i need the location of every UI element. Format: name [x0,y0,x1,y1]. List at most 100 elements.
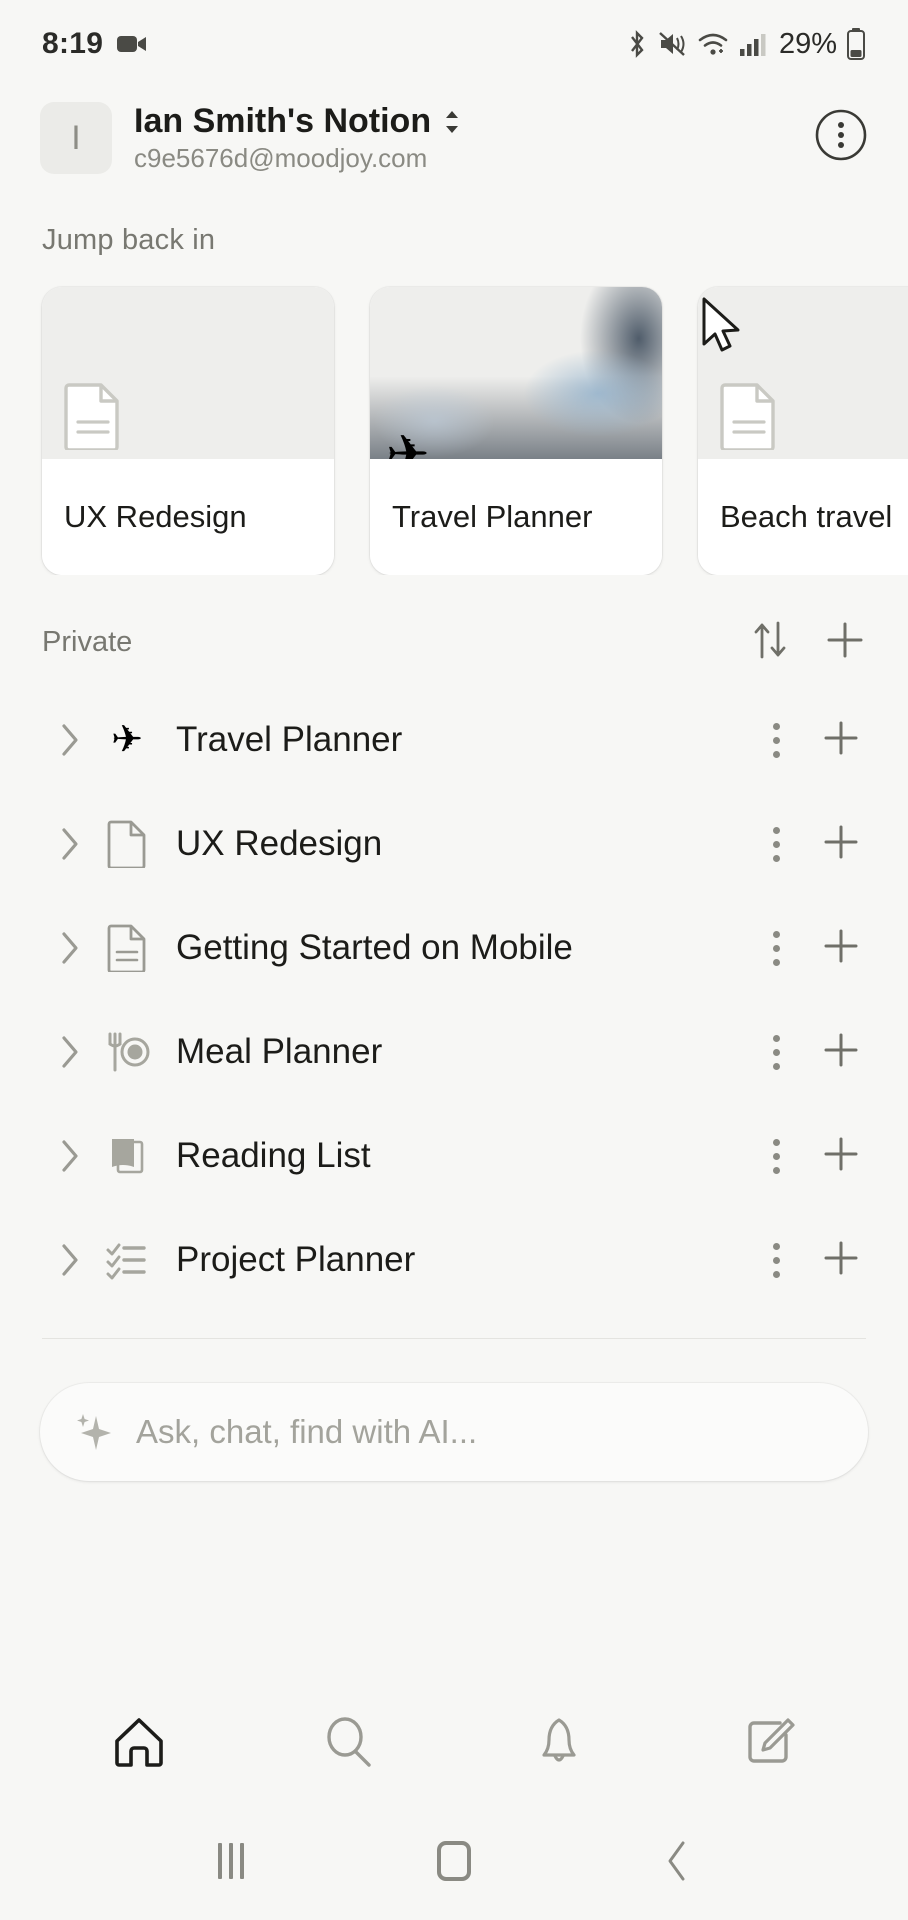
status-bar-right: 29% [625,28,866,61]
chevron-right-icon [62,724,78,756]
page-row-actions [758,717,866,764]
page-title: Reading List [176,1136,371,1175]
plus-icon [824,825,858,858]
ai-search-bar[interactable]: Ask, chat, find with AI... [40,1383,868,1481]
page-row[interactable]: Getting Started on Mobile [34,896,874,1000]
chevron-updown-icon [446,110,459,133]
page-row-actions [758,1237,866,1284]
recent-card[interactable]: UX Redesign [42,287,334,575]
page-icon [98,820,156,868]
plus-icon [824,929,858,962]
expand-toggle[interactable] [42,1136,98,1176]
bottom-nav-search[interactable] [294,1694,404,1790]
page-title: Getting Started on Mobile [176,928,573,967]
battery-percent: 29% [778,27,837,60]
plus-icon [824,1137,858,1170]
expand-toggle[interactable] [42,1032,98,1072]
back-chevron-icon [668,1841,685,1881]
add-subpage-button[interactable] [820,717,862,764]
bottom-nav-new-page[interactable] [714,1694,824,1790]
chevron-right-icon [62,1244,78,1276]
search-icon [327,1717,371,1767]
plus-icon [824,1241,858,1274]
card-title-wrap: Beach travel [698,459,908,575]
bell-icon [542,1718,576,1762]
add-subpage-button[interactable] [820,925,862,972]
sort-button[interactable] [750,619,790,666]
jump-back-in-cards[interactable]: UX Redesign ✈ Travel Planner Beach trave… [0,257,908,575]
document-lines-icon [98,924,156,972]
expand-toggle[interactable] [42,720,98,760]
plus-icon [824,1033,858,1066]
chevron-right-icon [62,932,78,964]
sort-icon [754,621,786,659]
more-vertical-icon[interactable] [758,926,794,970]
cellular-signal-icon [739,34,766,56]
more-vertical-icon[interactable] [758,822,794,866]
system-nav-home[interactable] [409,1826,499,1896]
card-cover: ✈ [370,287,662,459]
more-vertical-icon[interactable] [758,1238,794,1282]
page-row[interactable]: Project Planner [34,1208,874,1312]
bluetooth-icon [631,30,644,58]
wifi-icon [698,33,728,55]
more-vertical-icon[interactable] [758,718,794,762]
recents-icon [218,1843,245,1879]
recent-card[interactable]: ✈ Travel Planner [370,287,662,575]
jump-back-in-label: Jump back in [42,224,216,256]
add-private-page-button[interactable] [824,619,866,666]
books-icon [98,1134,156,1178]
expand-toggle[interactable] [42,1240,98,1280]
expand-toggle[interactable] [42,824,98,864]
avatar[interactable]: I [40,102,112,174]
workspace-switcher[interactable]: Ian Smith's Notion [134,102,463,141]
ai-search-placeholder: Ask, chat, find with AI... [136,1413,478,1450]
system-nav-recents[interactable] [186,1826,276,1896]
page-row[interactable]: Reading List [34,1104,874,1208]
workspace-name: Ian Smith's Notion [134,102,432,140]
page-row-actions [758,925,866,972]
screen-record-icon [117,36,147,52]
page-row-actions [758,821,866,868]
account-email: c9e5676d@moodjoy.com [134,143,428,173]
status-bar-left: 8:19 [42,27,147,61]
airplane-icon: ✈ [386,426,430,459]
more-vertical-icon[interactable] [758,1030,794,1074]
status-bar: 8:19 29% [0,0,908,88]
home-icon [115,1718,163,1767]
chevron-right-icon [62,828,78,860]
private-label: Private [42,626,133,658]
document-icon [64,382,122,455]
bottom-nav [0,1682,908,1802]
account-header[interactable]: I Ian Smith's Notion c9e5676d@moodjoy.co… [0,88,908,182]
bottom-nav-inbox[interactable] [504,1694,614,1790]
more-vertical-icon[interactable] [758,1134,794,1178]
expand-toggle[interactable] [42,928,98,968]
card-title-wrap: UX Redesign [42,459,334,575]
card-title: Beach travel [720,499,893,534]
more-options-button[interactable] [814,108,868,162]
fork-plate-icon [98,1030,156,1074]
checklist-icon [98,1238,156,1282]
add-subpage-button[interactable] [820,1133,862,1180]
document-icon [720,382,778,455]
sparkle-icon [77,1414,111,1450]
add-subpage-button[interactable] [820,1029,862,1076]
system-nav-bar [0,1802,908,1920]
page-row[interactable]: Meal Planner [34,1000,874,1104]
system-nav-back[interactable] [632,1826,722,1896]
battery-icon [847,28,865,60]
page-title: UX Redesign [176,824,383,863]
plus-icon [827,622,863,658]
bottom-nav-home[interactable] [84,1694,194,1790]
recent-card[interactable]: Beach travel [698,287,908,575]
page-row[interactable]: ✈ Travel Planner [34,688,874,792]
add-subpage-button[interactable] [820,1237,862,1284]
add-subpage-button[interactable] [820,821,862,868]
page-row[interactable]: UX Redesign [34,792,874,896]
private-page-list: ✈ Travel Planner UX Redesign Getting Sta… [0,666,908,1312]
page-title: Meal Planner [176,1032,383,1071]
compose-icon [748,1718,795,1763]
page-title: Travel Planner [176,720,403,759]
card-title-wrap: Travel Planner [370,459,662,575]
